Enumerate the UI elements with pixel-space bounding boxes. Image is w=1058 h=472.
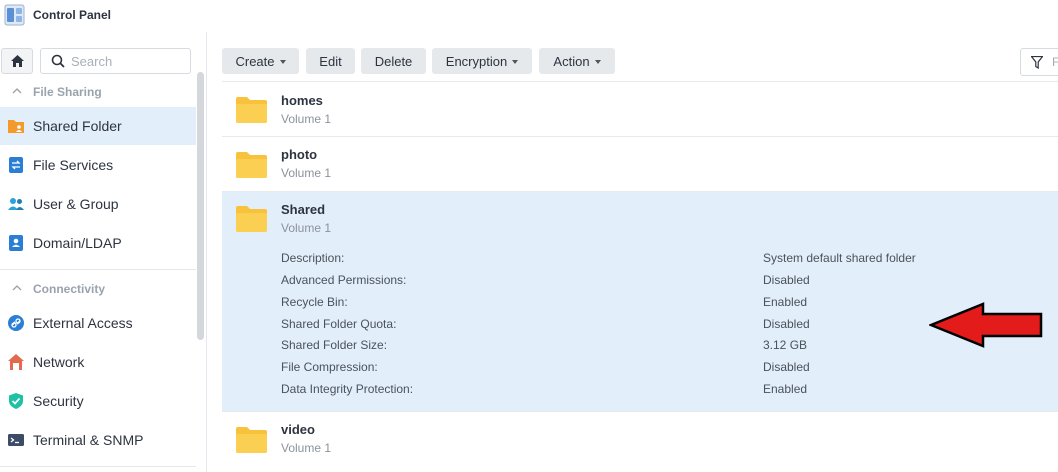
sidebar-item-shared-folder[interactable]: Shared Folder bbox=[0, 107, 196, 145]
detail-value-file-compression: Disabled bbox=[763, 360, 810, 374]
folder-volume: Volume 1 bbox=[281, 221, 332, 235]
sidebar-item-domain-ldap[interactable]: Domain/LDAP bbox=[0, 224, 196, 262]
search-box[interactable] bbox=[40, 48, 191, 74]
folder-volume: Volume 1 bbox=[281, 441, 332, 455]
app-title: Control Panel bbox=[33, 8, 112, 22]
folder-name: photo bbox=[281, 147, 318, 162]
sidebar-item-label: User & Group bbox=[33, 196, 119, 212]
network-house-icon bbox=[8, 354, 24, 370]
edit-button[interactable]: Edit bbox=[306, 48, 355, 74]
detail-value-data-integrity-protection: Enabled bbox=[763, 382, 808, 396]
home-button[interactable] bbox=[1, 48, 33, 74]
detail-label-shared-folder-quota: Shared Folder Quota: bbox=[281, 317, 397, 331]
sidebar-scrollbar[interactable] bbox=[197, 72, 204, 340]
sidebar-item-label: File Services bbox=[33, 157, 114, 173]
search-icon bbox=[51, 54, 65, 68]
folder-row-homes[interactable]: homes Volume 1 bbox=[222, 81, 1058, 136]
file-services-icon bbox=[9, 157, 23, 173]
delete-button-label: Delete bbox=[374, 53, 413, 69]
sidebar-item-user-group[interactable]: User & Group bbox=[0, 185, 196, 223]
filter-label: F bbox=[1052, 55, 1058, 69]
sidebar-item-label: Domain/LDAP bbox=[33, 235, 122, 251]
sidebar-divider bbox=[0, 269, 196, 270]
title-bar: Control Panel bbox=[0, 0, 1058, 32]
shield-icon bbox=[9, 393, 23, 409]
sidebar-item-label: Shared Folder bbox=[33, 118, 122, 134]
filter-button[interactable]: F bbox=[1020, 48, 1058, 76]
main-panel: Create Edit Delete Encryption Action F h… bbox=[208, 32, 1058, 472]
caret-down-icon bbox=[594, 59, 601, 64]
chevron-up-icon bbox=[12, 88, 22, 94]
sidebar-item-security[interactable]: Security bbox=[0, 382, 196, 420]
sidebar-item-label: External Access bbox=[33, 315, 133, 331]
search-input[interactable] bbox=[71, 53, 186, 70]
detail-value-shared-folder-size: 3.12 GB bbox=[763, 338, 808, 352]
sidebar-item-external-access[interactable]: External Access bbox=[0, 304, 196, 342]
detail-label-shared-folder-size: Shared Folder Size: bbox=[281, 338, 388, 352]
external-access-icon bbox=[8, 315, 24, 331]
folder-icon bbox=[236, 427, 267, 453]
detail-label-description: Description: bbox=[281, 251, 345, 265]
filter-icon bbox=[1031, 56, 1043, 69]
folder-icon bbox=[236, 206, 267, 232]
folder-row-photo[interactable]: photo Volume 1 bbox=[222, 136, 1058, 191]
section-label: File Sharing bbox=[33, 85, 102, 99]
section-label: Connectivity bbox=[33, 282, 106, 296]
create-button-label: Create bbox=[235, 53, 275, 69]
sidebar-item-terminal-snmp[interactable]: Terminal & SNMP bbox=[0, 421, 196, 459]
folder-icon bbox=[236, 97, 267, 123]
section-file-sharing[interactable]: File Sharing bbox=[0, 81, 196, 103]
detail-label-data-integrity-protection: Data Integrity Protection: bbox=[281, 382, 414, 396]
control-panel-icon bbox=[4, 4, 25, 26]
detail-label-advanced-permissions: Advanced Permissions: bbox=[281, 273, 407, 287]
encryption-button[interactable]: Encryption bbox=[432, 48, 532, 74]
folder-volume: Volume 1 bbox=[281, 166, 332, 180]
encryption-button-label: Encryption bbox=[445, 53, 508, 69]
shared-folder-icon bbox=[8, 120, 24, 133]
detail-value-shared-folder-quota: Disabled bbox=[763, 317, 810, 331]
sidebar: File Sharing Shared Folder File Services… bbox=[0, 32, 207, 472]
delete-button[interactable]: Delete bbox=[361, 48, 426, 74]
folder-name: homes bbox=[281, 93, 323, 108]
edit-button-label: Edit bbox=[319, 53, 342, 69]
user-group-icon bbox=[8, 198, 24, 210]
detail-label-recycle-bin: Recycle Bin: bbox=[281, 295, 348, 309]
terminal-icon bbox=[8, 434, 24, 446]
action-button-label: Action bbox=[553, 53, 590, 69]
section-connectivity[interactable]: Connectivity bbox=[0, 278, 196, 300]
sidebar-divider bbox=[0, 466, 196, 467]
caret-down-icon bbox=[279, 59, 286, 64]
folder-volume: Volume 1 bbox=[281, 112, 332, 126]
sidebar-item-label: Network bbox=[33, 354, 85, 370]
chevron-up-icon bbox=[12, 285, 22, 291]
detail-value-recycle-bin: Enabled bbox=[763, 295, 808, 309]
detail-value-advanced-permissions: Disabled bbox=[763, 273, 810, 287]
folder-name: Shared bbox=[281, 202, 326, 217]
home-icon bbox=[10, 55, 24, 67]
domain-ldap-icon bbox=[9, 235, 23, 251]
folder-name: video bbox=[281, 422, 315, 437]
sidebar-item-network[interactable]: Network bbox=[0, 343, 196, 381]
detail-label-file-compression: File Compression: bbox=[281, 360, 378, 374]
sidebar-item-label: Terminal & SNMP bbox=[33, 432, 144, 448]
caret-down-icon bbox=[512, 59, 519, 64]
sidebar-item-label: Security bbox=[33, 393, 84, 409]
red-arrow-annotation bbox=[929, 302, 1043, 348]
action-button[interactable]: Action bbox=[539, 48, 615, 74]
sidebar-item-file-services[interactable]: File Services bbox=[0, 146, 196, 184]
create-button[interactable]: Create bbox=[222, 48, 299, 74]
folder-row-video[interactable]: video Volume 1 bbox=[222, 411, 1058, 466]
folder-icon bbox=[236, 152, 267, 178]
detail-value-description: System default shared folder bbox=[763, 251, 916, 265]
